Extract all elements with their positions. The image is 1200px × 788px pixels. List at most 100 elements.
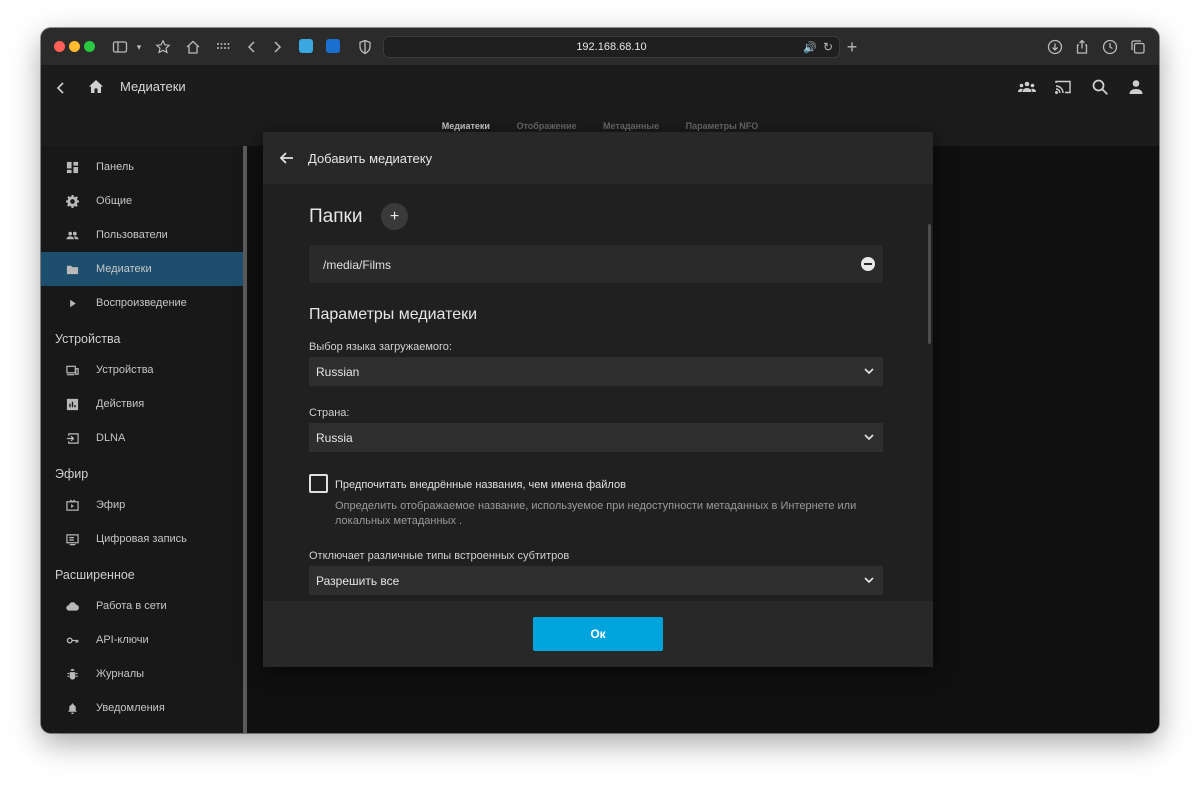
sidebar-item-label: Общие [96, 195, 133, 207]
sidebar-item-label: Воспроизведение [96, 297, 187, 309]
reload-icon[interactable]: ↻ [823, 40, 833, 54]
subtitles-value: Разрешить все [316, 574, 400, 588]
page-title: Медиатеки [120, 79, 186, 94]
folder-path: /media/Films [323, 258, 392, 272]
activity-icon [65, 397, 79, 411]
chevron-down-icon [862, 573, 876, 587]
country-select[interactable]: Russia [309, 423, 883, 452]
search-icon[interactable] [1090, 77, 1112, 99]
sidebar-item-activity[interactable]: Действия [41, 387, 243, 421]
sidebar-item-dashboard[interactable]: Панель [41, 150, 243, 184]
chevron-down-icon [862, 364, 876, 378]
devices-icon [65, 363, 79, 377]
subtitles-select[interactable]: Разрешить все [309, 566, 883, 595]
cloud-icon [65, 599, 79, 613]
sidebar-item-label: Работа в сети [96, 600, 167, 612]
sidebar-item-devices[interactable]: Устройства [41, 353, 243, 387]
bug-icon [65, 667, 79, 681]
speaker-icon[interactable]: 🔊 [803, 41, 817, 54]
folders-heading: Папки [309, 206, 363, 227]
ok-button[interactable]: Ок [533, 617, 663, 651]
sidebar-item-label: DLNA [96, 432, 126, 444]
key-icon [65, 633, 79, 647]
prefer-embedded-titles-help: Определить отображаемое название, исполь… [335, 500, 857, 527]
tab-metadata[interactable]: Метаданные [603, 121, 659, 131]
extension-translate-icon[interactable] [299, 39, 313, 53]
tab-display[interactable]: Отображение [516, 121, 576, 131]
tabs-overview-icon[interactable] [1128, 37, 1148, 57]
prefer-embedded-titles-label[interactable]: Предпочитать внедрённые названия, чем им… [335, 479, 626, 491]
sidebar-item-playback[interactable]: Воспроизведение [41, 286, 243, 320]
sidebar-item-label: Цифровая запись [96, 533, 187, 545]
dashboard-icon [65, 160, 79, 174]
subtitles-label: Отключает различные типы встроенных субт… [309, 550, 570, 562]
new-tab-icon[interactable]: + [842, 37, 862, 57]
remove-folder-icon[interactable] [861, 257, 875, 271]
country-label: Страна: [309, 407, 350, 419]
tab-libraries[interactable]: Медиатеки [442, 121, 490, 131]
chevron-down-icon[interactable]: ▾ [129, 37, 149, 57]
add-folder-button[interactable]: + [381, 203, 408, 230]
sidebar-section-live-tv: Эфир [55, 467, 89, 481]
sidebar-item-label: Эфир [96, 499, 126, 511]
dialog-scrollbar[interactable] [928, 224, 931, 344]
sidebar-item-users[interactable]: Пользователи [41, 218, 243, 252]
privacy-shield-icon[interactable] [355, 37, 375, 57]
window-minimize-button[interactable] [69, 41, 80, 52]
sidebar-item-dvr[interactable]: Цифровая запись [41, 522, 243, 556]
window-close-button[interactable] [54, 41, 65, 52]
sidebar-item-label: Пользователи [96, 229, 168, 241]
metadata-language-value: Russian [316, 365, 360, 379]
metadata-language-select[interactable]: Russian [309, 357, 883, 386]
sidebar-item-label: Журналы [96, 668, 145, 680]
download-icon[interactable] [1045, 37, 1065, 57]
sidebar-item-networking[interactable]: Работа в сети [41, 589, 243, 623]
prefer-embedded-titles-checkbox[interactable] [309, 474, 328, 493]
back-icon[interactable] [242, 37, 262, 57]
forward-icon[interactable] [267, 37, 287, 57]
dialog-footer: Ок [263, 601, 933, 667]
home-icon[interactable] [183, 37, 203, 57]
browser-toolbar: ▾ 192.168.68.10 🔊 ↻ + [41, 28, 1159, 66]
sidebar-item-label: API-ключи [96, 634, 149, 646]
sidebar-section-devices: Устройства [55, 332, 121, 346]
sidebar-item-label: Медиатеки [96, 263, 152, 275]
dialog-back-arrow-icon[interactable] [278, 149, 296, 167]
sidebar-item-logs[interactable]: Журналы [41, 657, 243, 691]
gear-icon [65, 194, 79, 208]
people-icon [65, 228, 79, 242]
dialog-body: Папки + /media/Films Параметры медиатеки… [263, 184, 933, 601]
sidebar-item-libraries[interactable]: Медиатеки [41, 252, 243, 286]
star-icon[interactable] [153, 37, 173, 57]
cast-icon[interactable] [1053, 77, 1075, 99]
grid-icon[interactable] [213, 37, 233, 57]
input-icon [65, 431, 79, 445]
address-bar[interactable]: 192.168.68.10 🔊 ↻ [383, 36, 840, 58]
country-value: Russia [316, 431, 353, 445]
app-home-icon[interactable] [86, 77, 106, 97]
share-icon[interactable] [1072, 37, 1092, 57]
sidebar-item-api-keys[interactable]: API-ключи [41, 623, 243, 657]
dialog-header: Добавить медиатеку [263, 132, 933, 184]
sync-play-icon[interactable] [1017, 77, 1039, 99]
sidebar-toggle-icon[interactable] [110, 37, 130, 57]
sidebar-item-label: Действия [96, 398, 145, 410]
window-maximize-button[interactable] [84, 41, 95, 52]
sidebar-item-dlna[interactable]: DLNA [41, 421, 243, 455]
sidebar-section-advanced: Расширенное [55, 568, 135, 582]
sidebar-item-general[interactable]: Общие [41, 184, 243, 218]
history-icon[interactable] [1100, 37, 1120, 57]
play-icon [65, 296, 79, 310]
extension-shield-icon[interactable] [326, 39, 340, 53]
app-back-icon[interactable] [51, 78, 71, 98]
sidebar-item-notifications[interactable]: Уведомления [41, 691, 243, 725]
settings-tabs: Медиатеки Отображение Метаданные Парамет… [41, 121, 1159, 131]
tab-nfo-settings[interactable]: Параметры NFO [686, 121, 759, 131]
dvr-icon [65, 532, 79, 546]
sidebar-item-label: Устройства [96, 364, 154, 376]
user-icon[interactable] [1126, 77, 1148, 99]
sidebar-item-live-tv[interactable]: Эфир [41, 488, 243, 522]
bell-icon [65, 701, 79, 715]
library-settings-heading: Параметры медиатеки [309, 306, 478, 323]
folder-row: /media/Films [309, 245, 883, 283]
